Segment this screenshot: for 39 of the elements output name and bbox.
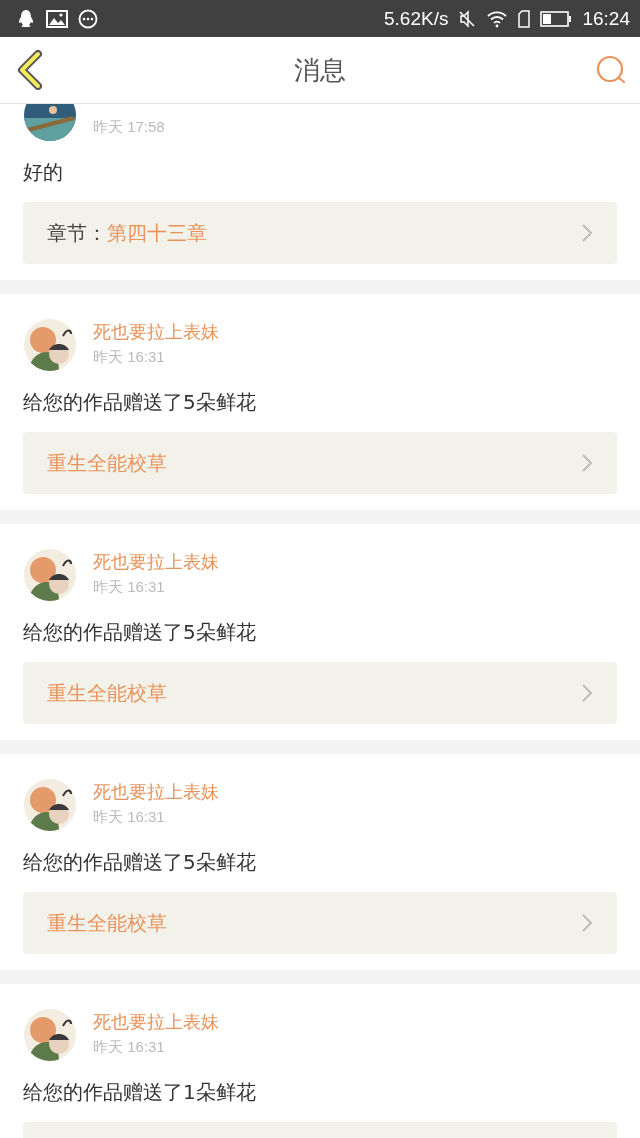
- user-name[interactable]: 死也要拉上表妹: [93, 780, 219, 804]
- message-text: 好的: [23, 159, 64, 186]
- chevron-icon: [581, 453, 593, 473]
- timestamp: 昨天 16:31: [93, 808, 166, 827]
- mute-icon: [458, 9, 477, 28]
- work-title: 重生全能校草: [47, 909, 167, 937]
- work-link[interactable]: 重生全能校草: [23, 432, 617, 494]
- image-icon: [46, 9, 68, 28]
- user-name[interactable]: 死也要拉上表妹: [93, 1010, 219, 1034]
- work-title: 重生全能校草: [47, 449, 167, 477]
- user-name[interactable]: 死也要拉上表妹: [93, 550, 219, 574]
- message-text: 给您的作品赠送了5朵鲜花: [23, 849, 257, 876]
- back-icon[interactable]: [16, 50, 44, 90]
- clock: 16:24: [582, 7, 630, 30]
- timestamp: 昨天 17:58: [93, 118, 165, 137]
- wifi-icon: [486, 9, 509, 28]
- message-text: 给您的作品赠送了1朵鲜花: [23, 1079, 257, 1106]
- battery-icon: [540, 10, 573, 27]
- sim-icon: [518, 9, 531, 28]
- chevron-icon: [581, 683, 593, 703]
- chevron-icon: [581, 223, 593, 243]
- page-title: 消息: [294, 53, 346, 87]
- timestamp: 昨天 16:31: [93, 1038, 166, 1057]
- timestamp: 昨天 16:31: [93, 578, 166, 597]
- more-icon: [78, 8, 98, 29]
- message-text: 给您的作品赠送了5朵鲜花: [23, 389, 257, 416]
- user-name[interactable]: 死也要拉上表妹: [93, 320, 219, 344]
- work-link[interactable]: 重生全能校草: [23, 892, 617, 954]
- work-link[interactable]: 章节：第四十三章: [23, 202, 617, 264]
- penguin-icon: [16, 8, 36, 29]
- chevron-icon: [581, 913, 593, 933]
- network-speed: 5.62K/s: [384, 7, 449, 30]
- search-icon[interactable]: [596, 55, 626, 85]
- message-text: 给您的作品赠送了5朵鲜花: [23, 619, 257, 646]
- chapter-title: 第四十三章: [107, 219, 207, 247]
- work-title: 重生全能校草: [47, 679, 167, 707]
- timestamp: 昨天 16:31: [93, 348, 166, 367]
- work-link[interactable]: 重生全能校草: [23, 662, 617, 724]
- chapter-label: 章节：: [47, 219, 107, 247]
